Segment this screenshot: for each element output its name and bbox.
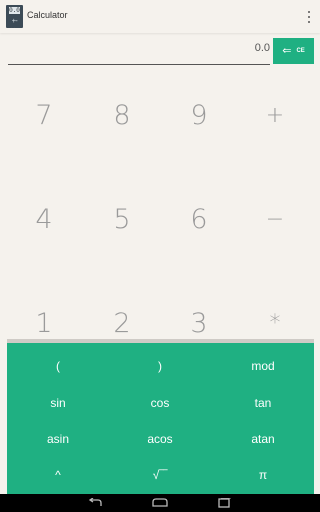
key-pi[interactable]: π <box>212 457 314 493</box>
key-mod[interactable]: mod <box>212 348 314 384</box>
key-sqrt[interactable]: √‾‾ <box>109 457 211 493</box>
key-atan[interactable]: atan <box>212 421 314 457</box>
app-title: Calculator <box>27 10 68 20</box>
home-icon[interactable] <box>145 494 175 512</box>
key-minus[interactable]: − <box>236 184 314 254</box>
clear-entry-label: CE <box>296 48 305 54</box>
number-pad: 7 8 9 + 4 5 6 − 1 2 3 * <box>0 80 320 342</box>
advanced-functions-panel: ( ) mod sin cos tan asin acos atan ^ √‾‾… <box>7 343 314 494</box>
display-underline <box>8 64 270 65</box>
display-value: 0.0 <box>254 42 270 54</box>
backspace-arrow-icon: ⇐ <box>282 44 292 57</box>
key-plus[interactable]: + <box>236 80 314 150</box>
system-navigation-bar <box>0 494 320 512</box>
calculator-display: 0.0 ⇐ CE <box>0 36 320 70</box>
key-4[interactable]: 4 <box>5 184 83 254</box>
key-asin[interactable]: asin <box>7 421 109 457</box>
back-icon[interactable] <box>80 494 110 512</box>
key-tan[interactable]: tan <box>212 385 314 421</box>
overflow-menu-icon[interactable] <box>307 11 311 23</box>
clear-entry-button[interactable]: ⇐ CE <box>273 38 314 64</box>
app-icon-keys-text: +-×= <box>11 18 19 28</box>
key-sin[interactable]: sin <box>7 385 109 421</box>
key-7[interactable]: 7 <box>5 80 83 150</box>
calculator-app-icon: 0.0 +-×= <box>6 5 23 28</box>
recents-icon[interactable] <box>209 494 239 512</box>
app-icon-display-text: 0.0 <box>9 7 20 14</box>
key-power[interactable]: ^ <box>7 457 109 493</box>
key-9[interactable]: 9 <box>160 80 238 150</box>
key-5[interactable]: 5 <box>83 184 161 254</box>
key-acos[interactable]: acos <box>109 421 211 457</box>
key-8[interactable]: 8 <box>83 80 161 150</box>
key-close-paren[interactable]: ) <box>109 348 211 384</box>
key-cos[interactable]: cos <box>109 385 211 421</box>
key-6[interactable]: 6 <box>160 184 238 254</box>
key-open-paren[interactable]: ( <box>7 348 109 384</box>
action-bar: 0.0 +-×= Calculator <box>0 0 320 33</box>
